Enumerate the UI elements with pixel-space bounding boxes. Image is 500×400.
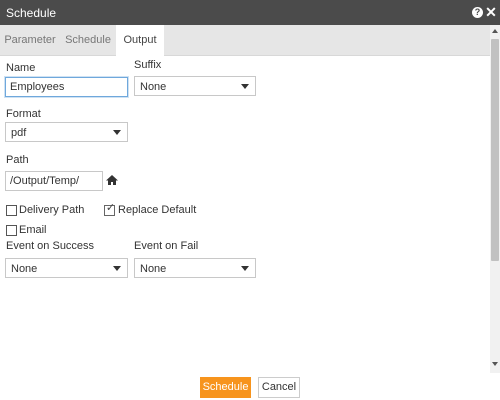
name-field[interactable]	[5, 77, 128, 97]
replace-default-label: Replace Default	[118, 204, 197, 216]
format-label: Format	[6, 108, 41, 120]
scrollbar-thumb[interactable]	[491, 39, 499, 261]
name-input[interactable]	[6, 78, 127, 96]
format-value: pdf	[11, 127, 27, 139]
email-checkbox[interactable]	[6, 225, 17, 236]
suffix-label: Suffix	[134, 59, 162, 71]
chevron-down-icon	[113, 130, 121, 135]
chevron-down-icon	[241, 266, 249, 271]
scroll-up-icon[interactable]	[492, 29, 498, 33]
home-icon[interactable]	[106, 174, 118, 186]
path-field[interactable]	[5, 171, 103, 191]
suffix-select[interactable]: None	[134, 76, 256, 96]
cancel-button[interactable]: Cancel	[258, 377, 300, 398]
vertical-scrollbar[interactable]	[490, 25, 500, 373]
event-on-fail-value: None	[140, 263, 167, 275]
chevron-down-icon	[241, 84, 249, 89]
title-bar: Schedule ? ✕	[0, 0, 500, 25]
chevron-down-icon	[113, 266, 121, 271]
tab-bar: Parameter Schedule Output	[0, 25, 490, 56]
path-label: Path	[6, 154, 29, 166]
event-on-success-select[interactable]: None	[5, 258, 128, 278]
email-label: Email	[19, 224, 47, 236]
delivery-path-checkbox[interactable]	[6, 205, 17, 216]
path-input[interactable]	[6, 172, 102, 190]
event-on-success-label: Event on Success	[6, 240, 95, 252]
suffix-value: None	[140, 81, 167, 93]
event-on-fail-label: Event on Fail	[134, 240, 199, 252]
tab-schedule[interactable]: Schedule	[60, 25, 116, 56]
event-on-success-value: None	[11, 263, 38, 275]
tab-output[interactable]: Output	[116, 25, 164, 56]
check-icon: ✓	[105, 202, 116, 214]
name-label: Name	[6, 62, 36, 74]
dialog-title: Schedule	[6, 6, 57, 20]
format-select[interactable]: pdf	[5, 122, 128, 142]
schedule-button[interactable]: Schedule	[200, 377, 251, 398]
schedule-dialog: Schedule ? ✕ Parameter Schedule Output N…	[0, 0, 500, 400]
event-on-fail-select[interactable]: None	[134, 258, 256, 278]
delivery-path-label: Delivery Path	[19, 204, 85, 216]
replace-default-checkbox[interactable]: ✓	[104, 202, 116, 216]
output-form: Name Suffix None Format pdf Path Deliver…	[0, 56, 490, 374]
help-icon[interactable]: ?	[472, 7, 483, 18]
scroll-down-icon[interactable]	[492, 362, 498, 366]
dialog-footer: Schedule Cancel	[0, 373, 500, 400]
tab-parameter[interactable]: Parameter	[0, 25, 60, 56]
close-icon[interactable]: ✕	[485, 4, 497, 20]
